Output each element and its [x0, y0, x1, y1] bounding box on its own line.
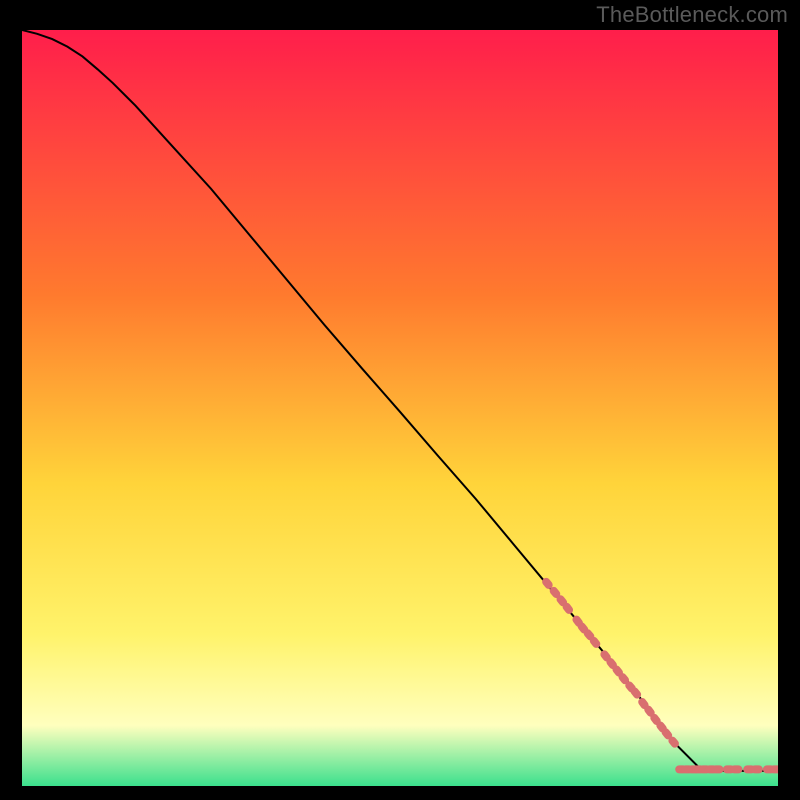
chart-svg	[22, 30, 778, 786]
gradient-background	[22, 30, 778, 786]
data-dot	[751, 765, 763, 773]
data-dot	[730, 765, 742, 773]
plot-area	[22, 30, 778, 786]
data-dot	[770, 765, 778, 773]
watermark-label: TheBottleneck.com	[596, 2, 788, 28]
data-dot	[712, 765, 724, 773]
chart-frame: TheBottleneck.com	[0, 0, 800, 800]
